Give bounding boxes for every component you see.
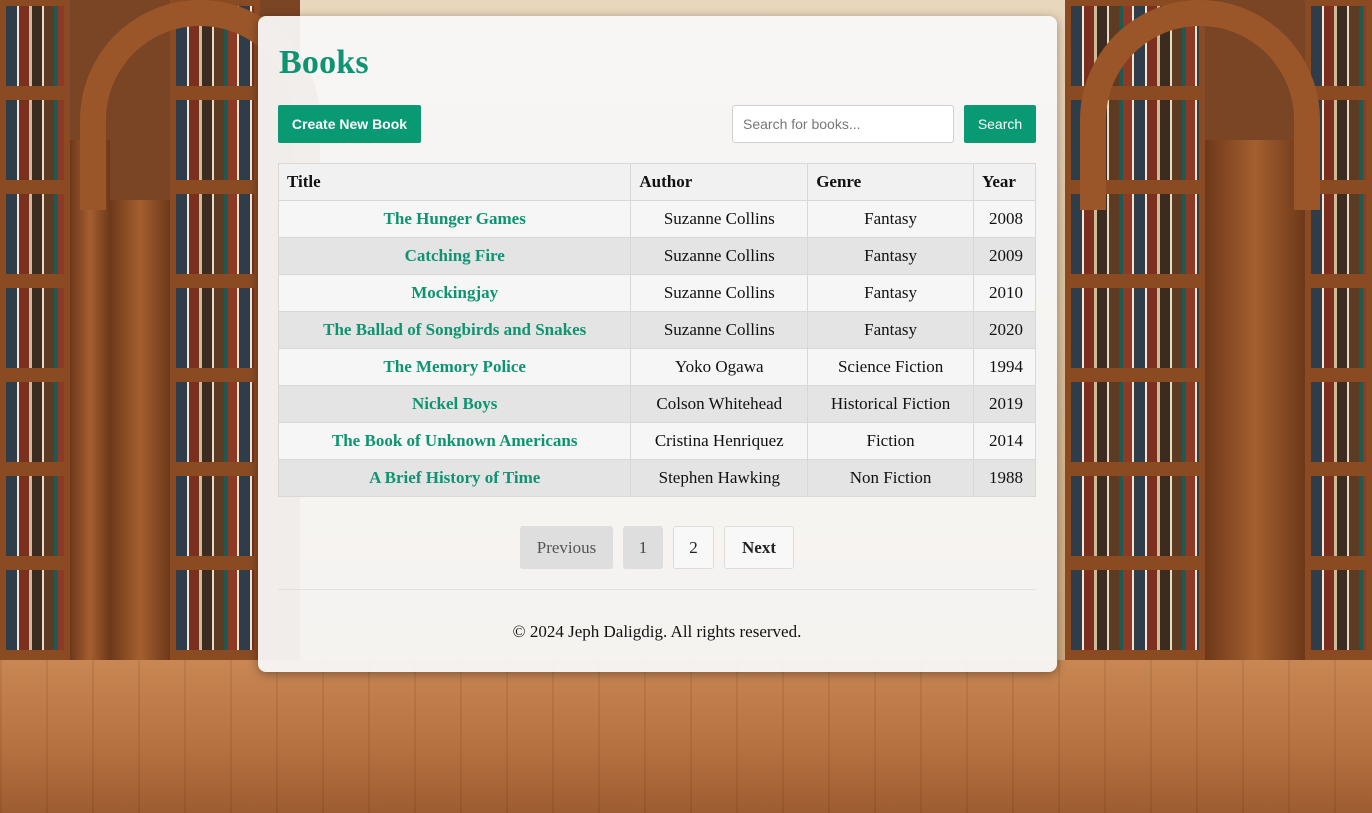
page-title: Books	[279, 44, 369, 81]
table-row: A Brief History of Time Stephen Hawking …	[277, 459, 1037, 497]
author-cell: Suzanne Collins	[630, 311, 809, 349]
genre-cell: Fantasy	[807, 237, 974, 275]
page-1-button[interactable]: 1	[623, 526, 663, 569]
pagination: Previous 1 2 Next	[520, 526, 794, 569]
genre-cell: Fiction	[807, 422, 974, 460]
year-cell: 1988	[972, 459, 1037, 497]
table-header-row: Title Author Genre Year	[277, 163, 1037, 201]
book-title-link[interactable]: Nickel Boys	[412, 394, 497, 413]
table-row: The Hunger Games Suzanne Collins Fantasy…	[277, 200, 1037, 238]
table-row: The Memory Police Yoko Ogawa Science Fic…	[277, 348, 1037, 386]
book-title-link[interactable]: The Hunger Games	[384, 209, 526, 228]
search-input[interactable]	[732, 105, 954, 143]
book-title-link[interactable]: A Brief History of Time	[369, 468, 540, 487]
book-title-link[interactable]: The Book of Unknown Americans	[332, 431, 578, 450]
next-page-button[interactable]: Next	[724, 526, 794, 569]
book-title-link[interactable]: The Ballad of Songbirds and Snakes	[323, 320, 586, 339]
title-cell: The Memory Police	[277, 348, 632, 386]
author-cell: Suzanne Collins	[630, 200, 809, 238]
books-card: Books Create New Book Search Title Autho…	[258, 16, 1057, 672]
table-row: Catching Fire Suzanne Collins Fantasy 20…	[277, 237, 1037, 275]
book-title-link[interactable]: Catching Fire	[405, 246, 505, 265]
column-header-author: Author	[630, 163, 809, 201]
search-button[interactable]: Search	[964, 105, 1036, 143]
table-row: The Book of Unknown Americans Cristina H…	[277, 422, 1037, 460]
title-cell: The Ballad of Songbirds and Snakes	[277, 311, 632, 349]
column-header-title: Title	[277, 163, 632, 201]
title-cell: The Hunger Games	[277, 200, 632, 238]
year-cell: 2020	[972, 311, 1037, 349]
table-row: The Ballad of Songbirds and Snakes Suzan…	[277, 311, 1037, 349]
title-cell: Nickel Boys	[277, 385, 632, 423]
year-cell: 2009	[972, 237, 1037, 275]
year-cell: 2019	[972, 385, 1037, 423]
genre-cell: Historical Fiction	[807, 385, 974, 423]
genre-cell: Fantasy	[807, 311, 974, 349]
author-cell: Yoko Ogawa	[630, 348, 809, 386]
book-title-link[interactable]: The Memory Police	[383, 357, 526, 376]
author-cell: Suzanne Collins	[630, 237, 809, 275]
title-cell: The Book of Unknown Americans	[277, 422, 632, 460]
year-cell: 2014	[972, 422, 1037, 460]
create-new-book-button[interactable]: Create New Book	[278, 105, 421, 143]
title-cell: A Brief History of Time	[277, 459, 632, 497]
table-row: Mockingjay Suzanne Collins Fantasy 2010	[277, 274, 1037, 312]
year-cell: 2008	[972, 200, 1037, 238]
author-cell: Colson Whitehead	[630, 385, 809, 423]
column-header-year: Year	[972, 163, 1037, 201]
author-cell: Suzanne Collins	[630, 274, 809, 312]
footer: © 2024 Jeph Daligdig. All rights reserve…	[278, 589, 1036, 673]
book-title-link[interactable]: Mockingjay	[411, 283, 498, 302]
author-cell: Stephen Hawking	[630, 459, 809, 497]
previous-page-button[interactable]: Previous	[520, 526, 613, 569]
genre-cell: Fantasy	[807, 274, 974, 312]
genre-cell: Non Fiction	[807, 459, 974, 497]
books-table: Title Author Genre Year The Hunger Games…	[277, 163, 1037, 497]
year-cell: 2010	[972, 274, 1037, 312]
title-cell: Catching Fire	[277, 237, 632, 275]
genre-cell: Science Fiction	[807, 348, 974, 386]
copyright-text: © 2024 Jeph Daligdig. All rights reserve…	[512, 621, 802, 641]
author-cell: Cristina Henriquez	[630, 422, 809, 460]
page-2-button[interactable]: 2	[673, 526, 714, 569]
title-cell: Mockingjay	[277, 274, 632, 312]
genre-cell: Fantasy	[807, 200, 974, 238]
column-header-genre: Genre	[807, 163, 974, 201]
year-cell: 1994	[972, 348, 1037, 386]
table-row: Nickel Boys Colson Whitehead Historical …	[277, 385, 1037, 423]
